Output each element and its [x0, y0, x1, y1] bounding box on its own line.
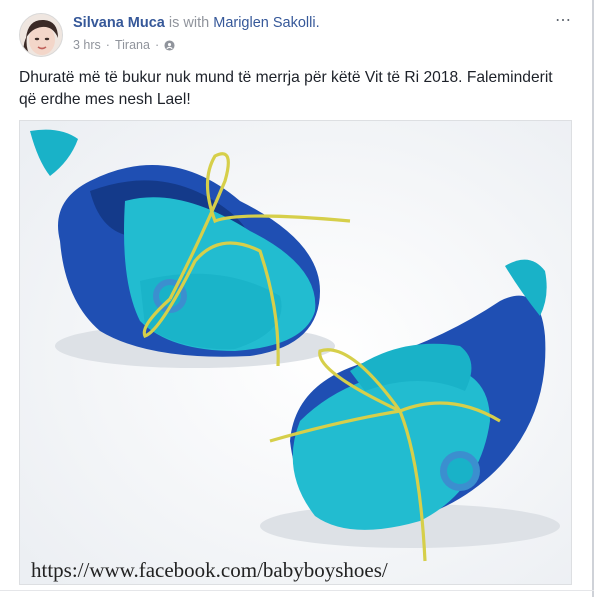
post-header: Silvana Muca is with Mariglen Sakolli. [73, 15, 320, 31]
author-name[interactable]: Silvana Muca [73, 15, 165, 31]
author-avatar[interactable] [19, 13, 63, 57]
meta-separator-2: · [154, 38, 160, 52]
baby-shoes-image [20, 121, 571, 584]
more-options-icon[interactable]: ⋯ [555, 13, 572, 29]
with-text: is with [168, 15, 210, 31]
meta-separator: · [105, 38, 110, 52]
post-text: Dhuratë më të bukur nuk mund të merrja p… [19, 69, 553, 108]
post-location[interactable]: Tirana [115, 38, 150, 52]
facebook-post: Silvana Muca is with Mariglen Sakolli. 3… [0, 0, 594, 597]
post-time[interactable]: 3 hrs [73, 38, 101, 52]
photo-watermark: https://www.facebook.com/babyboyshoes/ [31, 558, 388, 582]
tagged-user[interactable]: Mariglen Sakolli. [213, 15, 319, 31]
post-photo[interactable] [19, 120, 572, 585]
avatar-image [20, 14, 62, 56]
post-meta: 3 hrs · Tirana · [73, 38, 175, 52]
privacy-friends-icon[interactable] [164, 39, 175, 51]
